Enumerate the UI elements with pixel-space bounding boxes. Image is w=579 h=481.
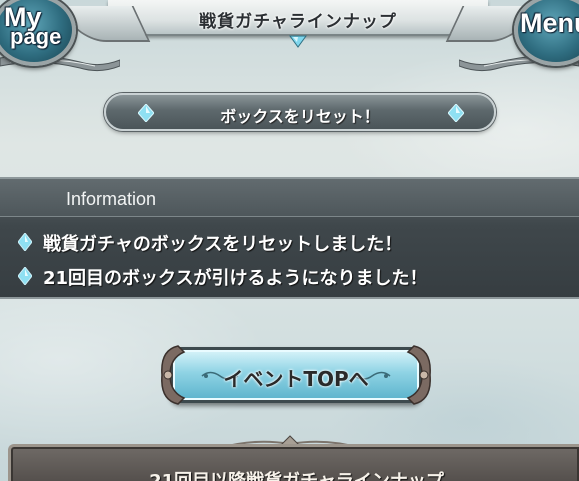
lineup-banner[interactable]: 21回目以降戦貨ガチャラインナップ: [8, 444, 579, 481]
page-title: 戦貨ガチャラインナップ: [199, 12, 397, 32]
diamond-bullet-icon: [18, 267, 32, 285]
mypage-label-line2: page: [10, 24, 62, 49]
menu-label: Menu: [520, 8, 579, 38]
menu-button[interactable]: Menu: [508, 0, 579, 74]
information-title: Information: [66, 189, 157, 209]
mypage-button[interactable]: My page: [0, 0, 84, 74]
diamond-gem-icon: [289, 35, 307, 48]
lineup-title: 21回目以降戦貨ガチャラインナップ: [11, 467, 579, 481]
information-panel: Information 戦貨ガチャのボックスをリセットしました！ 21回目のボッ…: [0, 177, 579, 299]
diamond-gem-icon: [448, 104, 464, 122]
reset-box-button[interactable]: ボックスをリセット！: [104, 93, 496, 131]
event-top-button[interactable]: イベントTOPへ: [158, 340, 434, 410]
reset-box-label: ボックスをリセット！: [220, 107, 380, 126]
event-top-label: イベントTOPへ: [223, 367, 369, 391]
diamond-bullet-icon: [18, 233, 32, 251]
header: 戦貨ガチャラインナップ My page Menu: [0, 0, 579, 80]
information-item-text: 21回目のボックスが引けるようになりました！: [43, 268, 428, 289]
information-item-text: 戦貨ガチャのボックスをリセットしました！: [43, 234, 403, 255]
information-header: Information: [0, 179, 579, 217]
